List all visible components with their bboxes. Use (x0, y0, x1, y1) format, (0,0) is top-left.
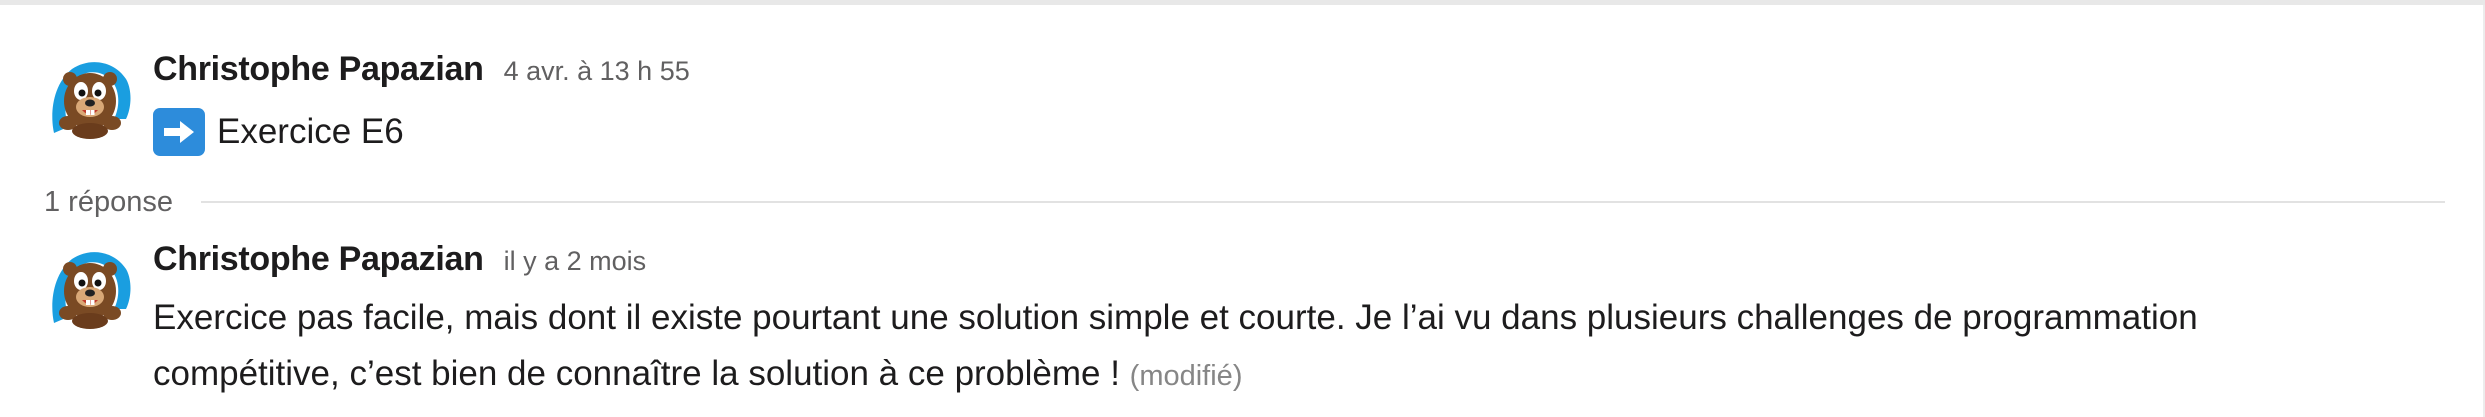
reply-count[interactable]: 1 réponse (44, 186, 173, 219)
beaver-avatar-icon (52, 62, 131, 139)
edited-label: (modifié) (1129, 360, 1243, 392)
message-text: Exercice E6 (217, 112, 404, 151)
author-name[interactable]: Christophe Papazian (153, 240, 484, 279)
message-body: Exercice E6 (153, 104, 2445, 160)
avatar[interactable] (44, 55, 134, 145)
divider-line (201, 201, 2445, 203)
author-name[interactable]: Christophe Papazian (153, 50, 484, 89)
avatar[interactable] (44, 245, 134, 335)
thread-replies-divider: 1 réponse (44, 182, 2445, 222)
message-text-line: Exercice pas facile, mais dont il existe… (153, 298, 2198, 337)
message-text-line: compétitive, c’est bien de connaître la … (153, 354, 1120, 393)
message-text-line-2: compétitive, c’est bien de connaître la … (153, 346, 2445, 404)
arrow-right-emoji-icon (153, 108, 205, 156)
message-thread: Christophe Papazian 4 avr. à 13 h 55 Exe… (0, 0, 2485, 417)
message-timestamp[interactable]: il y a 2 mois (504, 246, 647, 277)
beaver-avatar-icon (52, 252, 131, 329)
message-timestamp[interactable]: 4 avr. à 13 h 55 (504, 56, 690, 87)
message-body: Exercice pas facile, mais dont il existe… (153, 290, 2445, 404)
